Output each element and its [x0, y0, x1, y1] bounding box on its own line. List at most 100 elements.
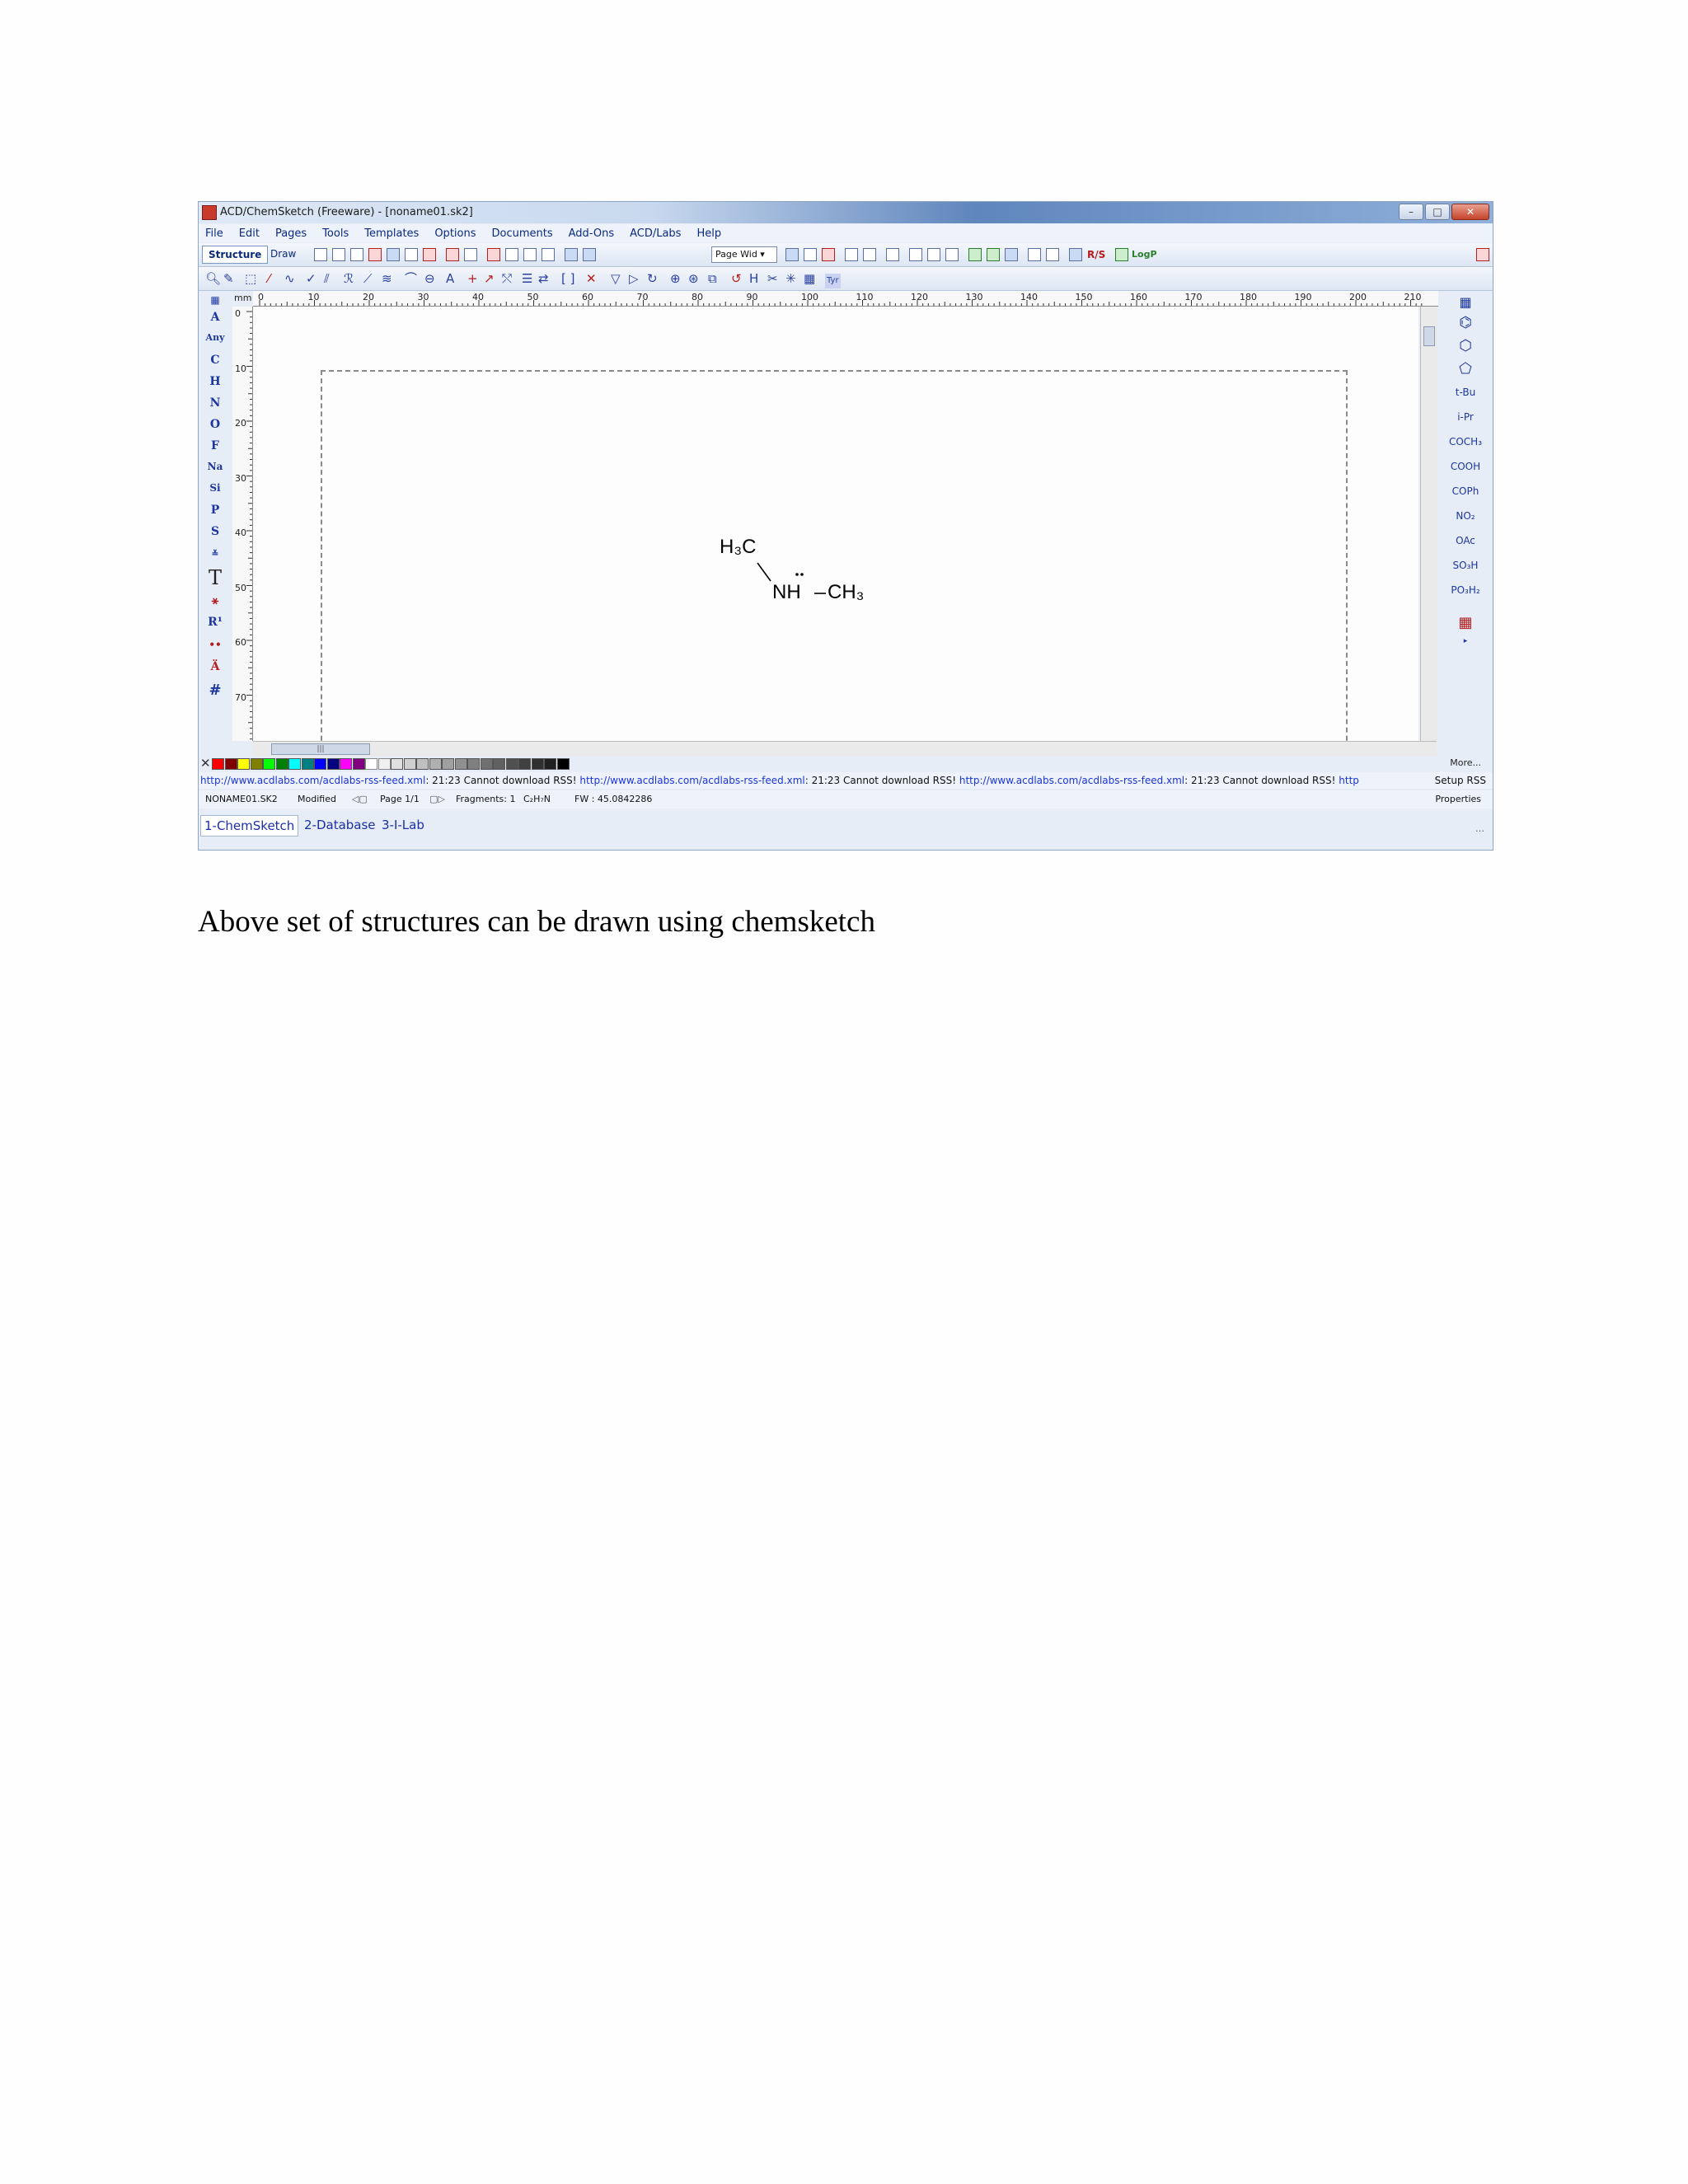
- color-swatch[interactable]: [556, 758, 570, 770]
- atom-si-button[interactable]: Si: [199, 482, 232, 494]
- draw-mode-button[interactable]: Draw: [265, 246, 302, 264]
- r-group-button[interactable]: R¹: [199, 616, 232, 629]
- molecule-icon[interactable]: [822, 248, 835, 261]
- chain-icon[interactable]: ∿: [284, 272, 295, 285]
- atom-s-button[interactable]: S: [199, 525, 232, 538]
- save-icon[interactable]: [387, 248, 400, 261]
- periodic-table-icon[interactable]: ▦: [199, 294, 232, 306]
- stereo-icon[interactable]: [1069, 248, 1082, 261]
- color-swatch[interactable]: [454, 758, 467, 770]
- methyl-label-top[interactable]: H₃C: [720, 536, 756, 559]
- clean-icon[interactable]: [487, 248, 500, 261]
- rss-link[interactable]: http://www.acdlabs.com/acdlabs-rss-feed.…: [579, 775, 804, 786]
- arrow-icon[interactable]: ↗: [484, 272, 495, 285]
- hash-bond-icon[interactable]: ⫽: [324, 272, 330, 285]
- close-button[interactable]: ✕: [1451, 204, 1489, 220]
- methyl-label-right[interactable]: CH₃: [828, 581, 864, 604]
- ipr-button[interactable]: i-Pr: [1438, 411, 1493, 423]
- atom-any-button[interactable]: Any: [199, 332, 232, 343]
- scissors-icon[interactable]: ✂: [767, 272, 778, 285]
- chart-icon[interactable]: [845, 248, 858, 261]
- color-swatch[interactable]: [518, 758, 531, 770]
- status-prev-page-icon[interactable]: ◁▢: [352, 790, 368, 808]
- zoom-select[interactable]: Page Wid ▾: [711, 246, 777, 263]
- menu-add-ons[interactable]: Add-Ons: [569, 227, 614, 240]
- ring-icon[interactable]: ⌒: [405, 272, 417, 285]
- reaction-icon[interactable]: ⤲: [502, 272, 512, 285]
- color-swatch[interactable]: [326, 758, 340, 770]
- flip-icon[interactable]: ▷: [629, 272, 639, 285]
- color-swatch[interactable]: [263, 758, 275, 770]
- bracket-icon[interactable]: ☰: [522, 272, 532, 285]
- color-swatch[interactable]: [467, 758, 480, 770]
- atom-map-icon[interactable]: ⇄: [538, 272, 549, 285]
- color-swatch[interactable]: [352, 758, 365, 770]
- cyclohexane-icon[interactable]: ⬡: [1438, 337, 1493, 354]
- zoom-out-icon[interactable]: [583, 248, 596, 261]
- po3h2-button[interactable]: PO₃H₂: [1438, 584, 1493, 596]
- expand-palette-icon[interactable]: ≚: [199, 550, 232, 559]
- atom-o-button[interactable]: O: [199, 418, 232, 431]
- residue-icon[interactable]: ▦: [804, 272, 815, 285]
- chemspider-icon[interactable]: [1005, 248, 1018, 261]
- no2-button[interactable]: NO₂: [1438, 510, 1493, 522]
- atom-property-icon[interactable]: ✳: [785, 272, 796, 285]
- open-folder-icon[interactable]: [368, 248, 382, 261]
- structure-mode-button[interactable]: Structure: [202, 246, 269, 264]
- rss-link-tail[interactable]: http: [1339, 775, 1359, 786]
- template-icon[interactable]: ⧉: [708, 272, 717, 285]
- menu-templates[interactable]: Templates: [364, 227, 419, 240]
- horizontal-scroll-thumb[interactable]: |||: [271, 743, 370, 755]
- menu-edit[interactable]: Edit: [239, 227, 260, 240]
- name-icon[interactable]: [909, 248, 922, 261]
- atom-f-button[interactable]: F: [199, 439, 232, 452]
- atom-c-button[interactable]: C: [199, 354, 232, 367]
- menu-options[interactable]: Options: [434, 227, 476, 240]
- zoom-in-icon[interactable]: [565, 248, 578, 261]
- table-icon[interactable]: [863, 248, 876, 261]
- color-swatch[interactable]: [340, 758, 352, 770]
- color-swatch[interactable]: [365, 758, 377, 770]
- print-icon[interactable]: [405, 248, 418, 261]
- page-icon[interactable]: [785, 248, 799, 261]
- atom-label-icon[interactable]: A: [446, 272, 454, 285]
- logp-icon[interactable]: [1115, 248, 1128, 261]
- emolecules-icon[interactable]: [987, 248, 1000, 261]
- rotate-3d-icon[interactable]: ⊛: [688, 272, 699, 285]
- refresh-icon[interactable]: ↺: [731, 272, 742, 285]
- tab-database[interactable]: 2-Database: [301, 815, 379, 835]
- undo-icon[interactable]: [446, 248, 459, 261]
- filter-icon[interactable]: ▽: [611, 272, 621, 285]
- atom-a-button[interactable]: A: [199, 311, 232, 324]
- search-icon[interactable]: 🔍︎: [205, 272, 221, 285]
- status-next-page-icon[interactable]: ▢▷: [429, 790, 445, 808]
- horizontal-scrollbar[interactable]: |||: [253, 741, 1437, 757]
- color-swatch[interactable]: [531, 758, 544, 770]
- menu-documents[interactable]: Documents: [492, 227, 553, 240]
- new-document-icon[interactable]: [350, 248, 363, 261]
- rs-label[interactable]: R/S: [1087, 249, 1105, 260]
- rss-link[interactable]: http://www.acdlabs.com/acdlabs-rss-feed.…: [200, 775, 425, 786]
- atom-number-button[interactable]: #: [199, 682, 232, 699]
- eraser-icon[interactable]: ✎: [223, 272, 234, 285]
- coch3-button[interactable]: COCH₃: [1438, 436, 1493, 448]
- menu-tools[interactable]: Tools: [322, 227, 349, 240]
- check-icon[interactable]: ✓: [306, 272, 316, 285]
- color-swatch[interactable]: [237, 758, 250, 770]
- move-3d-icon[interactable]: ⊕: [670, 272, 681, 285]
- tabs-overflow-icon[interactable]: …: [1475, 823, 1484, 834]
- so3h-button[interactable]: SO₃H: [1438, 560, 1493, 571]
- tbu-button[interactable]: t-Bu: [1438, 387, 1493, 398]
- color-swatch[interactable]: [442, 758, 454, 770]
- copy-icon[interactable]: [523, 248, 537, 261]
- tab-i-lab[interactable]: 3-I-Lab: [378, 815, 428, 835]
- wavy-bond-icon[interactable]: ≋: [382, 272, 392, 285]
- stereo-bond-icon[interactable]: ℛ: [344, 272, 354, 285]
- polymer-icon[interactable]: [ ]: [561, 272, 574, 285]
- addon-blocks-2-icon[interactable]: [1046, 248, 1059, 261]
- paste-icon[interactable]: [542, 248, 555, 261]
- cut-icon[interactable]: [505, 248, 518, 261]
- color-swatch[interactable]: [212, 758, 224, 770]
- rotate-icon[interactable]: ↻: [647, 272, 658, 285]
- close-document-icon[interactable]: [1476, 248, 1489, 261]
